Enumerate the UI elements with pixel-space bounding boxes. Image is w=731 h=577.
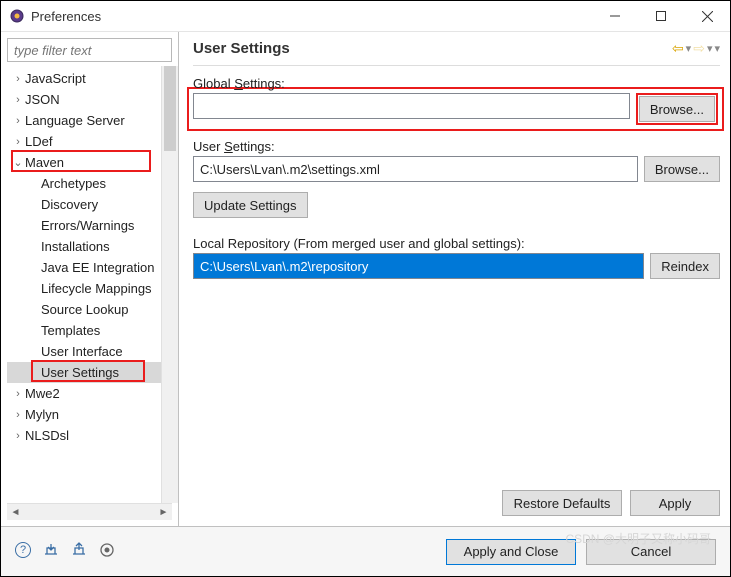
tree-item-nlsdsl[interactable]: ›NLSDsl [7, 425, 161, 446]
tree-item-json[interactable]: ›JSON [7, 89, 161, 110]
expand-icon[interactable]: › [11, 409, 25, 421]
dialog-footer: ? Apply and Close Cancel [1, 526, 730, 576]
red-highlight-box [11, 150, 151, 172]
restore-defaults-button[interactable]: Restore Defaults [502, 490, 622, 516]
apply-button[interactable]: Apply [630, 490, 720, 516]
user-settings-input[interactable] [193, 156, 638, 182]
filter-input[interactable] [7, 38, 172, 62]
tree-vertical-scrollbar[interactable] [161, 66, 178, 503]
tree-item-label: JavaScript [25, 71, 86, 86]
tree-item-mwe2[interactable]: ›Mwe2 [7, 383, 161, 404]
tree-item-installations[interactable]: ›Installations [7, 236, 161, 257]
page-buttons: Restore Defaults Apply [193, 486, 720, 526]
record-icon[interactable] [99, 542, 115, 562]
tree-item-label: Language Server [25, 113, 125, 128]
tree-item-label: LDef [25, 134, 52, 149]
expand-icon[interactable]: › [11, 115, 25, 127]
back-menu-icon[interactable]: ▾ [686, 42, 692, 55]
tree-item-javascript[interactable]: ›JavaScript [7, 68, 161, 89]
maximize-button[interactable] [638, 1, 684, 31]
page-title: User Settings [193, 40, 672, 57]
tree-item-archetypes[interactable]: ›Archetypes [7, 173, 161, 194]
page-header: User Settings ⇦▾ ⇨▾ ▾ [193, 40, 720, 66]
left-pane: ›JavaScript›JSON›Language Server›LDef⌄Ma… [1, 32, 179, 526]
window-controls [592, 1, 730, 31]
tree-item-label: Mylyn [25, 407, 59, 422]
tree-item-label: Templates [41, 323, 100, 338]
filter-container [7, 38, 172, 62]
title-bar: Preferences [1, 1, 730, 32]
global-settings-input[interactable] [193, 93, 630, 119]
footer-icons: ? [15, 542, 446, 562]
nav-icons: ⇦▾ ⇨▾ ▾ [672, 40, 720, 57]
tree-item-label: Archetypes [41, 176, 106, 191]
window-title: Preferences [31, 9, 592, 24]
expand-icon[interactable]: › [11, 94, 25, 106]
global-settings-highlight: Browse... [187, 87, 724, 131]
global-browse-button[interactable]: Browse... [639, 96, 715, 122]
local-repo-label: Local Repository (From merged user and g… [193, 236, 720, 251]
browse-highlight: Browse... [636, 93, 718, 125]
forward-icon[interactable]: ⇨ [693, 40, 705, 57]
tree-item-errors-warnings[interactable]: ›Errors/Warnings [7, 215, 161, 236]
tree-item-label: User Interface [41, 344, 123, 359]
local-repo-input[interactable] [193, 253, 644, 279]
tree-item-label: Lifecycle Mappings [41, 281, 152, 296]
app-icon [9, 8, 25, 24]
right-pane: User Settings ⇦▾ ⇨▾ ▾ Global Settings: B… [179, 32, 730, 526]
back-icon[interactable]: ⇦ [672, 40, 684, 57]
import-icon[interactable] [43, 542, 59, 562]
help-icon[interactable]: ? [15, 542, 31, 558]
tree-item-label: JSON [25, 92, 60, 107]
tree-item-source-lookup[interactable]: ›Source Lookup [7, 299, 161, 320]
user-settings-label: User Settings: [193, 139, 720, 154]
tree-item-templates[interactable]: ›Templates [7, 320, 161, 341]
update-settings-button[interactable]: Update Settings [193, 192, 308, 218]
tree-item-label: Source Lookup [41, 302, 128, 317]
tree-horizontal-scrollbar[interactable]: ◄► [7, 503, 172, 520]
tree-item-ldef[interactable]: ›LDef [7, 131, 161, 152]
footer-buttons: Apply and Close Cancel [446, 539, 716, 565]
tree-item-user-interface[interactable]: ›User Interface [7, 341, 161, 362]
tree-item-label: Mwe2 [25, 386, 60, 401]
tree-item-lifecycle-mappings[interactable]: ›Lifecycle Mappings [7, 278, 161, 299]
tree-item-label: Discovery [41, 197, 98, 212]
tree-item-label: Errors/Warnings [41, 218, 134, 233]
cancel-button[interactable]: Cancel [586, 539, 716, 565]
view-menu-icon[interactable]: ▾ [714, 42, 720, 55]
red-highlight-box [31, 360, 145, 382]
reindex-button[interactable]: Reindex [650, 253, 720, 279]
expand-icon[interactable]: › [11, 388, 25, 400]
tree-item-label: Java EE Integration [41, 260, 154, 275]
tree-item-discovery[interactable]: ›Discovery [7, 194, 161, 215]
minimize-button[interactable] [592, 1, 638, 31]
settings-form: Global Settings: Browse... User Settings… [193, 76, 720, 486]
tree-item-label: NLSDsl [25, 428, 69, 443]
export-icon[interactable] [71, 542, 87, 562]
expand-icon[interactable]: › [11, 430, 25, 442]
apply-and-close-button[interactable]: Apply and Close [446, 539, 576, 565]
forward-menu-icon[interactable]: ▾ [707, 42, 713, 55]
tree-item-java-ee-integration[interactable]: ›Java EE Integration [7, 257, 161, 278]
preferences-tree[interactable]: ›JavaScript›JSON›Language Server›LDef⌄Ma… [7, 66, 161, 503]
expand-icon[interactable]: › [11, 136, 25, 148]
tree-item-label: Installations [41, 239, 110, 254]
expand-icon[interactable]: › [11, 73, 25, 85]
close-button[interactable] [684, 1, 730, 31]
user-browse-button[interactable]: Browse... [644, 156, 720, 182]
tree-item-language-server[interactable]: ›Language Server [7, 110, 161, 131]
tree-item-mylyn[interactable]: ›Mylyn [7, 404, 161, 425]
